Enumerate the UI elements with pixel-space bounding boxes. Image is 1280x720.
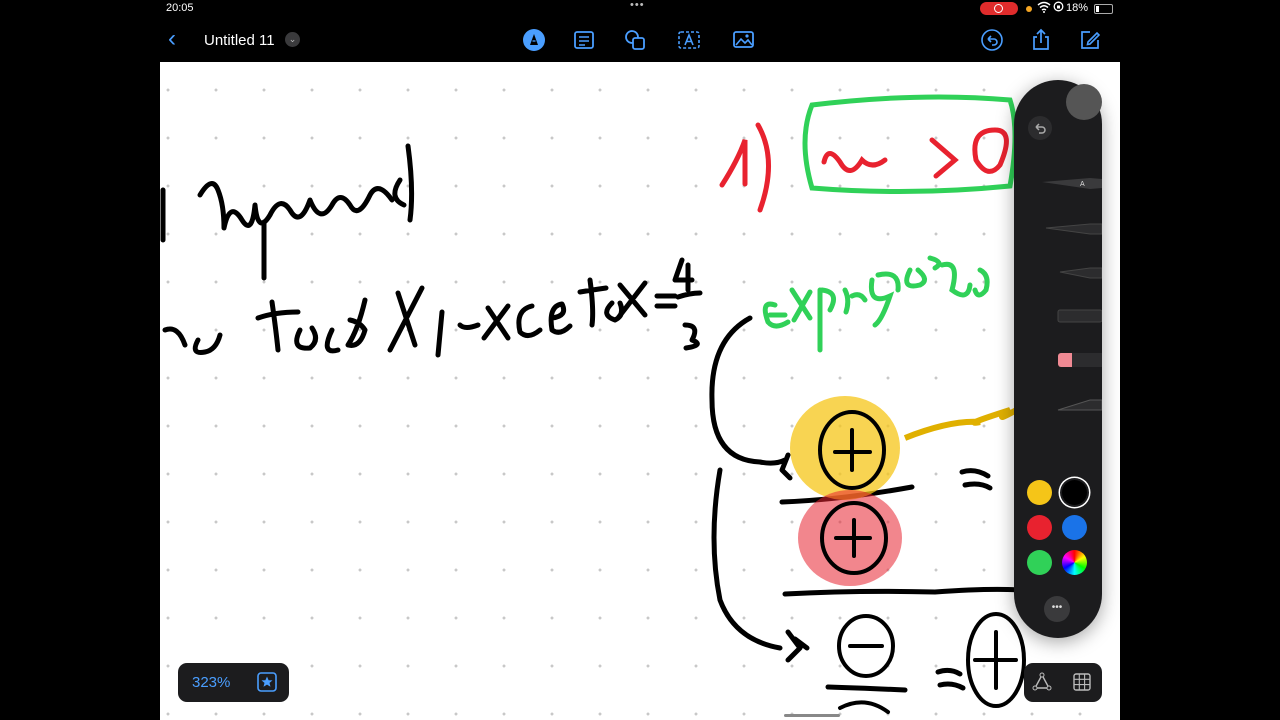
multitask-dots-icon[interactable]: •••: [630, 0, 645, 11]
tool-palette: A •••: [1014, 80, 1102, 638]
rotation-lock-icon: [1053, 1, 1064, 15]
home-indicator: [784, 714, 840, 717]
pencil-tool: A: [1042, 178, 1102, 189]
color-swatch-blue[interactable]: [1062, 515, 1087, 540]
grid-icon[interactable]: [1072, 672, 1092, 697]
drawing-canvas[interactable]: [160, 62, 1120, 720]
status-bar: 20:05 ••• 18%: [160, 0, 1120, 18]
pen-tools[interactable]: A: [1028, 168, 1102, 418]
lasso-tool: [1057, 399, 1102, 411]
mic-indicator-icon: [1026, 6, 1032, 12]
undo-icon[interactable]: [980, 28, 1004, 52]
text-tool-icon[interactable]: [677, 28, 701, 52]
shapes-icon[interactable]: [623, 28, 647, 52]
lasso-shape-icon[interactable]: [1032, 672, 1052, 697]
color-swatch-red[interactable]: [1027, 515, 1052, 540]
image-insert-icon[interactable]: [732, 28, 756, 52]
bottom-right-controls: [1024, 663, 1102, 702]
new-note-icon[interactable]: [1078, 28, 1102, 52]
color-swatch-yellow[interactable]: [1027, 480, 1052, 505]
highlighter-tool: [1057, 309, 1102, 323]
zoom-level[interactable]: 323%: [192, 674, 230, 691]
ipad-screen: 20:05 ••• 18% ‹ Untitled 11 ⌄ 323% A •••: [160, 0, 1120, 720]
palette-undo-icon[interactable]: [1028, 116, 1052, 140]
more-options-icon[interactable]: •••: [1044, 596, 1070, 622]
pen-tool-icon[interactable]: [522, 28, 546, 52]
color-picker-wheel[interactable]: [1062, 550, 1087, 575]
handwriting-layer: [160, 94, 1026, 714]
chevron-down-icon[interactable]: ⌄: [285, 32, 300, 47]
battery-icon: [1094, 4, 1113, 14]
text-box-icon[interactable]: [572, 28, 596, 52]
color-swatch-black[interactable]: [1062, 480, 1087, 505]
battery-percent: 18%: [1066, 2, 1089, 14]
eraser-tool: [1058, 353, 1102, 367]
color-swatch-green[interactable]: [1027, 550, 1052, 575]
app-toolbar: ‹ Untitled 11 ⌄: [160, 18, 1120, 62]
svg-text:A: A: [1080, 181, 1085, 188]
screen-record-icon[interactable]: [980, 2, 1018, 15]
wifi-icon: [1037, 1, 1051, 16]
status-time: 20:05: [166, 2, 194, 14]
back-button[interactable]: ‹: [168, 27, 192, 51]
bookmark-star-icon[interactable]: [257, 672, 277, 692]
document-title[interactable]: Untitled 11: [204, 32, 275, 49]
marker-tool: [1059, 267, 1102, 279]
zoom-control[interactable]: 323%: [178, 663, 289, 702]
share-icon[interactable]: [1029, 28, 1053, 52]
fountain-pen-tool: [1045, 223, 1102, 235]
palette-handle[interactable]: [1066, 84, 1102, 120]
